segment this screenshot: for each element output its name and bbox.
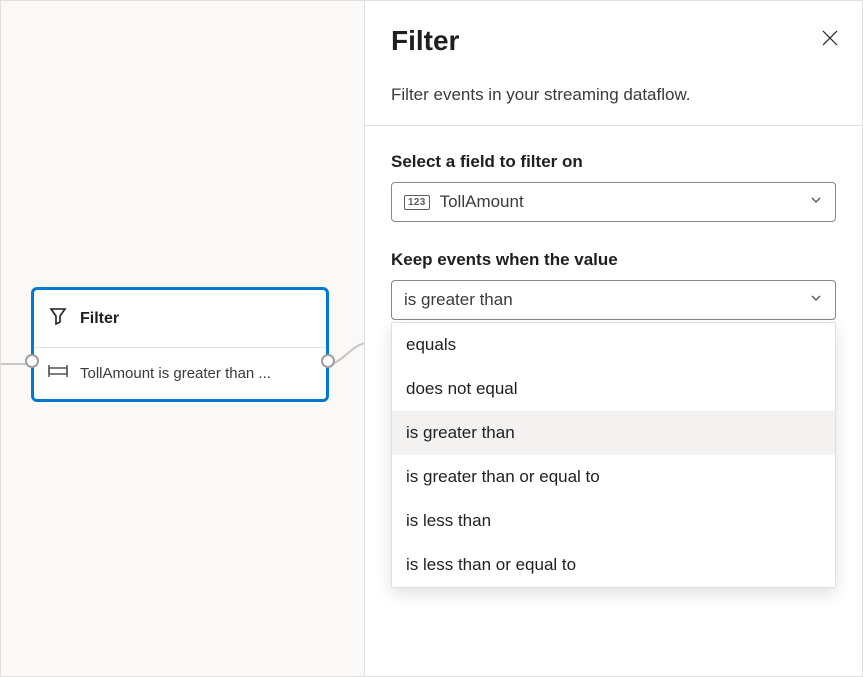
condition-select[interactable]: is greater than xyxy=(391,280,836,320)
node-input-port[interactable] xyxy=(25,354,39,368)
condition-option[interactable]: is less than xyxy=(392,499,835,543)
condition-option[interactable]: equals xyxy=(392,323,835,367)
panel-header: Filter Filter events in your streaming d… xyxy=(365,1,862,125)
condition-option[interactable]: is greater than or equal to xyxy=(392,455,835,499)
panel-title: Filter xyxy=(391,25,836,57)
field-type-badge: 123 xyxy=(404,195,430,210)
node-title: Filter xyxy=(80,310,119,328)
node-body: TollAmount is greater than ... xyxy=(34,347,326,399)
node-output-port[interactable] xyxy=(321,354,335,368)
filter-icon xyxy=(48,306,68,331)
chevron-down-icon xyxy=(809,290,823,310)
condition-option[interactable]: is less than or equal to xyxy=(392,543,835,587)
chevron-down-icon xyxy=(809,192,823,212)
close-button[interactable] xyxy=(818,27,842,51)
condition-select-value: is greater than xyxy=(404,290,513,310)
node-summary: TollAmount is greater than ... xyxy=(80,365,271,382)
field-select-label: Select a field to filter on xyxy=(391,152,836,172)
condition-option[interactable]: is greater than xyxy=(392,411,835,455)
condition-select-label: Keep events when the value xyxy=(391,250,836,270)
condition-option[interactable]: does not equal xyxy=(392,367,835,411)
condition-dropdown: equalsdoes not equalis greater thanis gr… xyxy=(391,322,836,588)
canvas-area: Filter TollAmount is greater than ... xyxy=(1,1,366,676)
panel-subtitle: Filter events in your streaming dataflow… xyxy=(391,85,836,105)
filter-node[interactable]: Filter TollAmount is greater than ... xyxy=(31,287,329,402)
node-header: Filter xyxy=(34,290,326,347)
panel-body: Select a field to filter on 123 TollAmou… xyxy=(365,126,862,346)
field-select[interactable]: 123 TollAmount xyxy=(391,182,836,222)
field-select-value: TollAmount xyxy=(440,192,524,212)
properties-panel: Filter Filter events in your streaming d… xyxy=(364,1,862,676)
filter-rule-icon xyxy=(48,364,68,383)
close-icon xyxy=(821,29,839,50)
